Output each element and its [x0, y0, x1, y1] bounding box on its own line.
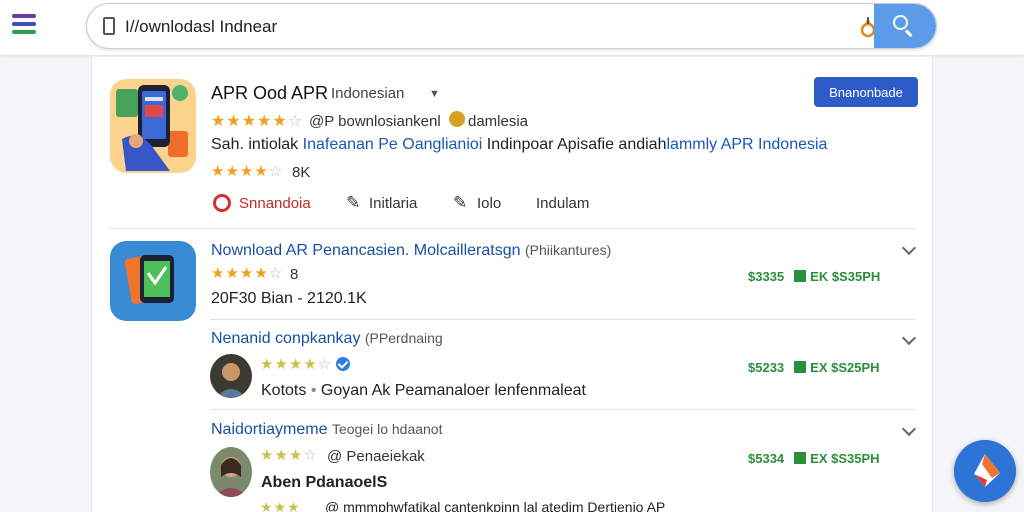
rating-suffix: damlesia [468, 113, 529, 130]
emoji-icon [449, 111, 465, 127]
rating-stars: ★★★ [260, 499, 301, 512]
rating-stars: ★★★☆ [260, 447, 318, 464]
result-meta: Aben PdanaoelS [261, 474, 388, 491]
top-bar [0, 0, 1024, 56]
action-indulam[interactable]: Indulam [536, 195, 589, 212]
chevron-down-icon[interactable] [901, 330, 917, 346]
document-icon [103, 17, 115, 35]
action-initlaria[interactable]: Initlaria [369, 195, 417, 212]
rating-stars: ★★★★★☆ [211, 113, 304, 130]
divider [110, 228, 916, 229]
search-input[interactable] [125, 14, 825, 40]
rating-text: @P bownlosiankenl [309, 113, 441, 130]
rating-stars: ★★★★☆ [260, 355, 351, 373]
action-iolo[interactable]: Iolo [477, 195, 501, 212]
result-meta: Kotots • Goyan Ak Peamanaloer lenfenmale… [261, 382, 586, 399]
pencil-icon: ✎ [346, 193, 361, 212]
result-snippet: @ mmmphwfatikal cantenkpinn lal atedim D… [325, 499, 666, 512]
chevron-down-icon[interactable]: ▼ [429, 88, 440, 100]
share-icon [213, 194, 231, 212]
install-button[interactable]: Bnanonbade [814, 77, 918, 107]
price: $3335 EK $S35PH [748, 269, 881, 284]
price: $5334 EX $S35PH [748, 451, 880, 466]
results-panel: APR Ood APR Indonesian ▼ ★★★★★☆ @P bownl… [91, 57, 933, 512]
rating-stars: ★★★★☆ [211, 265, 284, 282]
pencil-icon-2: ✎ [453, 193, 468, 212]
chevron-down-icon[interactable] [901, 240, 917, 256]
floating-action-button[interactable] [954, 440, 1016, 502]
result-title[interactable]: Naidortiaymeme Teogei lo hdaanot [211, 421, 442, 439]
verified-icon [336, 357, 351, 371]
menu-icon[interactable] [12, 14, 38, 36]
app-description: Sah. intiolak Inafeanan Pe Oanglianioi I… [211, 136, 828, 153]
avatar [210, 447, 252, 497]
avatar [210, 354, 252, 398]
app-icon-phone[interactable] [110, 79, 196, 173]
rating-text: @ Penaeiekak [327, 448, 425, 465]
action-share[interactable]: Snnandoia [239, 195, 311, 212]
result-title[interactable]: Nenanid conpkankay (PPerdnaing [211, 330, 443, 348]
divider [210, 409, 916, 410]
chevron-down-icon[interactable] [901, 421, 917, 437]
rating-count: 8 [290, 266, 299, 283]
rating-stars-2: ★★★★☆ [211, 163, 284, 180]
search-icon [893, 15, 908, 30]
divider [210, 319, 916, 320]
result-size: 20F30 Bian - 2120.1K [211, 290, 367, 307]
search-button[interactable] [874, 4, 936, 48]
rating-count: 8K [292, 164, 311, 181]
app-title[interactable]: APR Ood APR [211, 83, 328, 104]
app-icon-cards[interactable] [110, 241, 196, 321]
result-title[interactable]: Nownload AR Penancasien. Molcailleratsgn… [211, 242, 611, 260]
app-publisher: Indonesian [331, 85, 405, 102]
search-box[interactable] [86, 3, 937, 49]
price: $5233 EX $S25PH [748, 360, 880, 375]
